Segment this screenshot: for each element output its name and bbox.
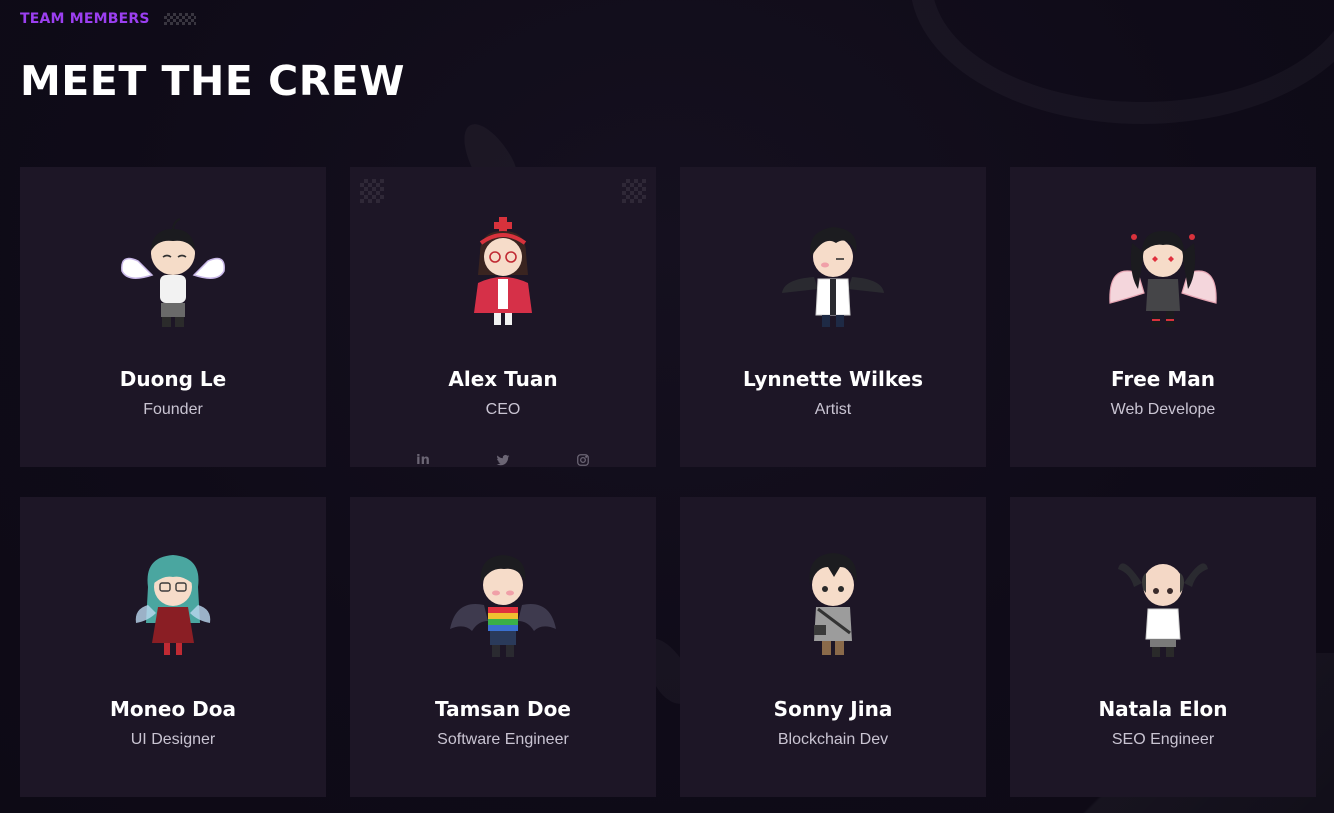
team-grid: Duong Le Founder Alex Tuan CEO in Lynnet… — [20, 167, 1316, 797]
instagram-icon[interactable] — [567, 449, 599, 467]
avatar-angel-wings — [118, 213, 228, 335]
team-card-tamsan-doe[interactable]: Tamsan Doe Software Engineer — [350, 497, 656, 797]
member-name: Sonny Jina — [773, 697, 893, 721]
social-links: in — [350, 449, 656, 467]
background-arc-decoration — [910, 0, 1334, 124]
member-role: Software Engineer — [437, 731, 569, 748]
member-role: UI Designer — [130, 731, 216, 748]
member-role: Founder — [143, 401, 203, 418]
avatar-bald-dark-wings — [1108, 543, 1218, 665]
member-role: CEO — [485, 401, 521, 418]
member-name: Alex Tuan — [448, 367, 558, 391]
checker-corner-icon — [622, 179, 646, 203]
member-role: Artist — [814, 401, 852, 418]
team-card-natala-elon[interactable]: Natala Elon SEO Engineer — [1010, 497, 1316, 797]
member-role: Blockchain Dev — [777, 731, 889, 748]
avatar-bat-wings — [448, 543, 558, 665]
linkedin-icon[interactable]: in — [407, 449, 439, 468]
member-name: Lynnette Wilkes — [742, 367, 924, 391]
team-card-moneo-doa[interactable]: Moneo Doa UI Designer — [20, 497, 326, 797]
section-title: MEET THE CREW — [20, 57, 406, 105]
avatar-red-jacket — [448, 213, 558, 335]
avatar-gray-jacket — [778, 543, 888, 665]
member-name: Moneo Doa — [110, 697, 236, 721]
member-role: SEO Engineer — [1111, 731, 1215, 748]
team-card-free-man[interactable]: Free Man Web Develope — [1010, 167, 1316, 467]
member-name: Tamsan Doe — [435, 697, 571, 721]
twitter-icon[interactable] — [487, 449, 519, 467]
avatar-pink-wings — [1108, 213, 1218, 335]
checker-pattern-icon — [163, 13, 196, 25]
member-name: Natala Elon — [1098, 697, 1228, 721]
team-card-lynnette-wilkes[interactable]: Lynnette Wilkes Artist — [680, 167, 986, 467]
team-card-sonny-jina[interactable]: Sonny Jina Blockchain Dev — [680, 497, 986, 797]
team-section: TEAM MEMBERS MEET THE CREW Duong Le Foun… — [0, 0, 1334, 813]
member-name: Duong Le — [119, 367, 227, 391]
avatar-dark-wings — [778, 213, 888, 335]
team-card-duong-le[interactable]: Duong Le Founder — [20, 167, 326, 467]
checker-corner-icon — [360, 179, 384, 203]
member-name: Free Man — [1111, 367, 1215, 391]
team-card-alex-tuan[interactable]: Alex Tuan CEO in — [350, 167, 656, 467]
avatar-teal-hair — [118, 543, 228, 665]
section-eyebrow: TEAM MEMBERS — [20, 11, 196, 27]
member-role: Web Develope — [1110, 401, 1216, 418]
eyebrow-label: TEAM MEMBERS — [20, 11, 150, 27]
